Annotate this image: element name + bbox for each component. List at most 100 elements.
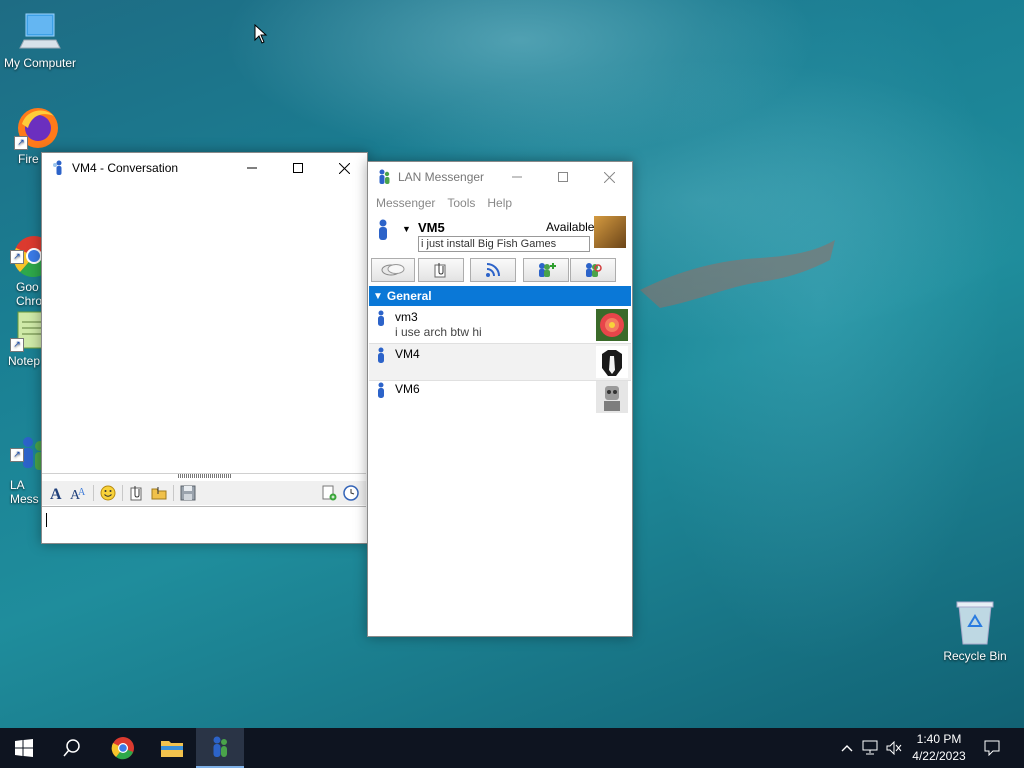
- folder-icon: [161, 741, 183, 757]
- text-caret: [46, 513, 47, 527]
- toolbar-separator: [122, 485, 123, 501]
- recycle-bin-icon: [956, 601, 994, 645]
- send-file-button[interactable]: [126, 483, 148, 503]
- add-contact-button[interactable]: [523, 258, 569, 282]
- send-file-button[interactable]: [418, 258, 464, 282]
- minimize-button[interactable]: [229, 153, 275, 183]
- close-button[interactable]: [586, 162, 632, 192]
- contact-item[interactable]: vm3 i use arch btw hi: [369, 307, 631, 343]
- contact-avatar-robot: [596, 381, 628, 413]
- expand-triangle-icon: ▼: [373, 290, 383, 302]
- chat-bubbles-icon: [381, 264, 405, 276]
- contact-name: VM6: [395, 382, 420, 396]
- taskbar-chrome[interactable]: [99, 728, 147, 768]
- paperclip-icon: [434, 263, 446, 278]
- close-icon: [338, 162, 350, 174]
- folder-icon: [151, 487, 167, 500]
- chat-room-button[interactable]: [371, 258, 415, 282]
- desktop-icon-recycle-bin[interactable]: Recycle Bin: [936, 600, 1014, 663]
- computer-icon: [16, 10, 64, 54]
- menu-tools[interactable]: Tools: [443, 196, 483, 210]
- contact-status-icon: [378, 382, 384, 398]
- message-history[interactable]: [42, 183, 366, 474]
- save-button[interactable]: [177, 483, 199, 503]
- toolbar-separator: [93, 485, 94, 501]
- user-status[interactable]: Available: [546, 220, 594, 234]
- lan-messenger-icon: [53, 160, 62, 175]
- broadcast-button[interactable]: [318, 483, 340, 503]
- desktop-icon-label: My Computer: [3, 56, 77, 70]
- user-avatar[interactable]: [594, 216, 626, 248]
- conversation-titlebar[interactable]: VM4 - Conversation: [42, 153, 367, 183]
- font-color-button[interactable]: AA: [68, 483, 90, 503]
- user-status-icon: [379, 219, 387, 240]
- menu-messenger[interactable]: Messenger: [372, 196, 443, 210]
- save-icon: [180, 485, 196, 501]
- contact-note: i use arch btw hi: [395, 325, 482, 339]
- emoticon-button[interactable]: [97, 483, 119, 503]
- contact-name: VM4: [395, 347, 420, 361]
- toolbar-separator: [173, 485, 174, 501]
- taskbar-file-explorer[interactable]: [148, 728, 196, 768]
- maximize-button[interactable]: [540, 162, 586, 192]
- history-clock-icon: [343, 485, 359, 501]
- maximize-icon: [558, 172, 568, 182]
- maximize-button[interactable]: [275, 153, 321, 183]
- minimize-button[interactable]: [494, 162, 540, 192]
- taskbar-clock[interactable]: 1:40 PM 4/22/2023: [896, 731, 982, 765]
- desktop-icon-my-computer[interactable]: My Computer: [0, 10, 80, 70]
- close-button[interactable]: [321, 153, 367, 183]
- broadcast-button[interactable]: [470, 258, 516, 282]
- network-icon: [862, 740, 878, 755]
- notifications-button[interactable]: [978, 728, 1006, 768]
- shortcut-arrow-icon: ↗: [10, 250, 24, 264]
- contact-name: vm3: [395, 310, 418, 324]
- contact-item[interactable]: VM4: [369, 343, 631, 381]
- user-profile: ▼ VM5 Available i just install Big Fish …: [368, 214, 632, 254]
- shortcut-arrow-icon: ↗: [10, 338, 24, 352]
- messenger-toolbar: [368, 258, 632, 284]
- contact-status-icon: [378, 347, 384, 363]
- chevron-up-icon: [841, 745, 853, 752]
- refresh-contacts-button[interactable]: [570, 258, 616, 282]
- chrome-icon: [111, 737, 134, 760]
- font-button[interactable]: A: [46, 483, 68, 503]
- contact-item[interactable]: VM6: [369, 379, 631, 415]
- message-input[interactable]: [42, 506, 366, 543]
- splitter-handle[interactable]: [42, 473, 366, 481]
- document-add-icon: [322, 485, 337, 501]
- status-note-field[interactable]: i just install Big Fish Games: [418, 236, 590, 252]
- taskbar-lan-messenger[interactable]: [196, 728, 244, 768]
- wallpaper-diver: [640, 240, 835, 308]
- clock-date: 4/22/2023: [912, 749, 966, 763]
- recycle-bin-label: Recycle Bin: [943, 649, 1007, 663]
- messenger-title: LAN Messenger: [398, 170, 485, 184]
- svg-text:A: A: [78, 487, 86, 498]
- send-folder-button[interactable]: [148, 483, 170, 503]
- grip-icon: [178, 474, 232, 478]
- windows-icon: [15, 739, 33, 757]
- messenger-titlebar[interactable]: LAN Messenger: [368, 162, 632, 192]
- show-hidden-icons-button[interactable]: [838, 728, 856, 768]
- status-dropdown-button[interactable]: ▼: [402, 224, 411, 234]
- contact-group-header[interactable]: ▼ General: [369, 286, 631, 306]
- contact-status-icon: [378, 310, 384, 326]
- svg-text:A: A: [50, 486, 62, 501]
- rss-broadcast-icon: [486, 263, 500, 277]
- font-icon: A: [50, 486, 62, 501]
- menu-help[interactable]: Help: [483, 196, 520, 210]
- font-color-icon: AA: [70, 487, 86, 501]
- start-button[interactable]: [0, 728, 48, 768]
- network-button[interactable]: [860, 728, 882, 768]
- firefox-icon: ↗: [14, 106, 62, 150]
- lan-messenger-window: LAN Messenger Messenger Tools Help ▼ VM5…: [367, 161, 633, 637]
- lan-messenger-icon: [213, 736, 227, 757]
- paperclip-icon: [130, 486, 142, 501]
- search-button[interactable]: [48, 728, 96, 768]
- close-icon: [603, 171, 615, 183]
- shortcut-arrow-icon: ↗: [14, 136, 28, 150]
- history-button[interactable]: [340, 483, 362, 503]
- contact-avatar-dog: [596, 346, 628, 378]
- conversation-toolbar: A AA: [42, 481, 366, 505]
- notification-icon: [984, 740, 1000, 756]
